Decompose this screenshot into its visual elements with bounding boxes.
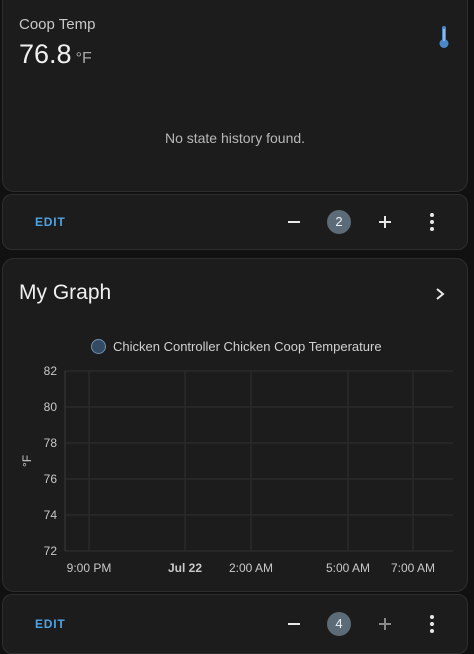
- sensor-name: Coop Temp: [19, 16, 96, 33]
- no-history-message: No state history found.: [164, 130, 306, 146]
- increase-icon[interactable]: [370, 207, 400, 237]
- edit-button[interactable]: EDIT: [35, 215, 66, 229]
- decrease-icon[interactable]: [279, 207, 309, 237]
- x-tick-label: 9:00 PM: [67, 561, 112, 575]
- thermometer-icon: [439, 26, 449, 48]
- sensor-value-number: 76.8: [19, 39, 72, 69]
- x-tick-label: 2:00 AM: [229, 561, 273, 575]
- position-badge: 4: [327, 612, 351, 636]
- sensor-unit: °F: [75, 50, 92, 67]
- edit-button[interactable]: EDIT: [35, 617, 66, 631]
- y-tick-label: 72: [44, 544, 58, 558]
- position-badge: 2: [327, 210, 351, 234]
- more-options-icon[interactable]: [417, 609, 447, 639]
- y-tick-label: 76: [44, 472, 58, 486]
- card-edit-toolbar: EDIT 4: [2, 594, 468, 654]
- graph-card: My Graph Chicken Controller Chicken Coop…: [2, 258, 468, 592]
- y-tick-label: 78: [44, 436, 58, 450]
- sensor-card[interactable]: Coop Temp 76.8 °F No state history found.: [2, 0, 468, 192]
- increase-icon[interactable]: [370, 609, 400, 639]
- decrease-icon[interactable]: [279, 609, 309, 639]
- x-tick-label: 7:00 AM: [391, 561, 435, 575]
- y-tick-label: 74: [44, 508, 58, 522]
- sensor-value: 76.8 °F: [19, 39, 92, 70]
- card-edit-toolbar: EDIT 2: [2, 194, 468, 250]
- y-tick-label: 82: [44, 364, 58, 378]
- more-options-icon[interactable]: [417, 207, 447, 237]
- x-tick-label: 5:00 AM: [326, 561, 370, 575]
- temperature-chart: 82 80 78 76 74 72 9:00 PM Jul 22 2:00 AM 5:00 AM 7…: [20, 364, 453, 575]
- y-axis-label: °F: [20, 455, 34, 467]
- x-tick-label: Jul 22: [168, 561, 202, 575]
- y-tick-label: 80: [44, 400, 58, 414]
